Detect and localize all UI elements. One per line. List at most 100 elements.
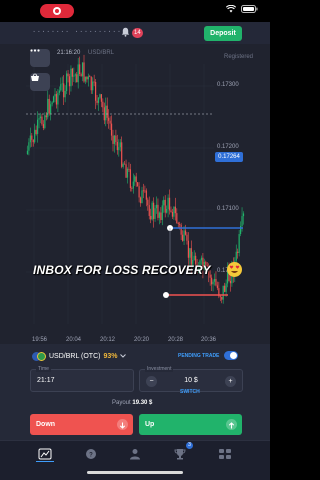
candle-body — [179, 224, 181, 225]
candle-body — [105, 105, 107, 121]
candle-body — [186, 234, 188, 241]
chart-menu-button[interactable] — [30, 49, 50, 67]
notification-badge: 14 — [132, 28, 143, 38]
candle-body — [151, 202, 153, 220]
candle-body — [51, 102, 53, 105]
candle-body — [147, 199, 149, 206]
candle-body — [47, 98, 49, 118]
time-axis-label: 20:20 — [134, 337, 150, 343]
candle-body — [129, 169, 131, 188]
candle-body — [57, 92, 59, 105]
candle-body — [80, 74, 82, 77]
time-legend: Time — [36, 366, 51, 372]
payout: Payout 19.30 $ — [112, 400, 152, 406]
asset-pair: USD/BRL (OTC) — [49, 352, 101, 360]
candle-body — [41, 116, 43, 125]
bell-icon[interactable] — [121, 27, 130, 37]
candle-body — [100, 94, 102, 102]
candle-body — [164, 199, 166, 213]
candle-body — [106, 105, 108, 118]
chart-icon[interactable] — [38, 448, 52, 460]
down-label: Down — [36, 421, 56, 428]
candle-body — [150, 215, 152, 220]
candle-body — [183, 230, 185, 241]
payout-percent: 93% — [103, 352, 118, 360]
time-field[interactable]: Time 21:17 — [30, 366, 134, 392]
candle-body — [95, 82, 97, 101]
candle-body — [81, 62, 84, 77]
price-chart[interactable]: 21:16:20 USD/BRL Registered 0.17300 0.17… — [0, 44, 270, 344]
arrow-down-icon — [117, 419, 128, 430]
candle-body — [77, 64, 79, 83]
asset-selector[interactable]: USD/BRL (OTC) 93% — [32, 350, 127, 362]
overlay-caption: INBOX FOR LOSS RECOVERY — [33, 263, 211, 277]
app-header: ········ ·········· 14 Deposit — [0, 22, 270, 44]
time-axis-label: 20:28 — [168, 337, 184, 343]
candle-body — [64, 90, 66, 98]
candle-body — [70, 68, 72, 87]
candle-body — [76, 74, 78, 83]
candle-body — [139, 197, 142, 204]
svg-text:?: ? — [89, 452, 93, 458]
candle-body — [145, 190, 147, 200]
candle-body — [79, 64, 81, 75]
candle-body — [163, 199, 165, 206]
candle-body — [102, 101, 104, 108]
candle-body — [63, 83, 65, 98]
candle-body — [125, 164, 127, 178]
candle-body — [229, 280, 232, 284]
candle-body — [74, 74, 76, 76]
candle-body — [31, 135, 33, 140]
candle-body — [187, 240, 189, 258]
candle-body — [39, 116, 42, 119]
current-price-tag: 0.17264 — [215, 152, 243, 162]
candle-body — [35, 129, 37, 134]
pending-trade-label: PENDING TRADE — [178, 353, 220, 359]
candle-body — [90, 76, 92, 91]
chart-tools-button[interactable] — [30, 73, 50, 91]
up-button[interactable]: Up — [139, 414, 242, 435]
candle-body — [154, 208, 156, 219]
candle-body — [134, 176, 136, 182]
candle-body — [60, 84, 62, 91]
candle-body — [141, 190, 143, 204]
down-button[interactable]: Down — [30, 414, 133, 435]
menu-icon[interactable] — [218, 448, 232, 460]
help-icon[interactable]: ? — [84, 448, 98, 460]
basket-icon — [31, 73, 39, 81]
candle-body — [110, 123, 113, 136]
candle-body — [182, 234, 184, 241]
candle-body — [99, 94, 101, 98]
candle-body — [137, 182, 139, 187]
candle-body — [68, 76, 71, 87]
candle-body — [58, 90, 60, 93]
candle-body — [132, 181, 134, 189]
user-icon[interactable] — [128, 448, 142, 460]
deposit-button[interactable]: Deposit — [204, 26, 242, 41]
pending-trade-toggle[interactable] — [224, 351, 238, 360]
currency-flags-icon — [32, 351, 46, 361]
candle-body — [224, 285, 226, 292]
candle-body — [158, 212, 160, 218]
candle-body — [138, 186, 140, 198]
home-indicator — [87, 471, 183, 474]
heart-eyes-emoji-icon — [227, 262, 242, 277]
trophy-icon[interactable] — [173, 448, 187, 460]
switch-button[interactable]: SWITCH — [180, 389, 200, 395]
increase-investment-button[interactable]: + — [225, 376, 236, 387]
candle-body — [167, 197, 169, 209]
candle-body — [171, 212, 174, 217]
record-icon — [40, 4, 74, 18]
candle-body — [157, 204, 159, 218]
candle-body — [92, 81, 94, 91]
candle-body — [142, 190, 145, 192]
candle-body — [124, 163, 126, 165]
account-balance[interactable]: ········ ·········· — [32, 28, 122, 36]
candle-body — [42, 124, 44, 129]
candle-body — [160, 212, 162, 220]
candle-body — [144, 190, 146, 192]
dots-icon — [30, 49, 40, 52]
candle-body — [148, 205, 150, 216]
candle-body — [200, 257, 203, 261]
candle-body — [193, 255, 195, 261]
